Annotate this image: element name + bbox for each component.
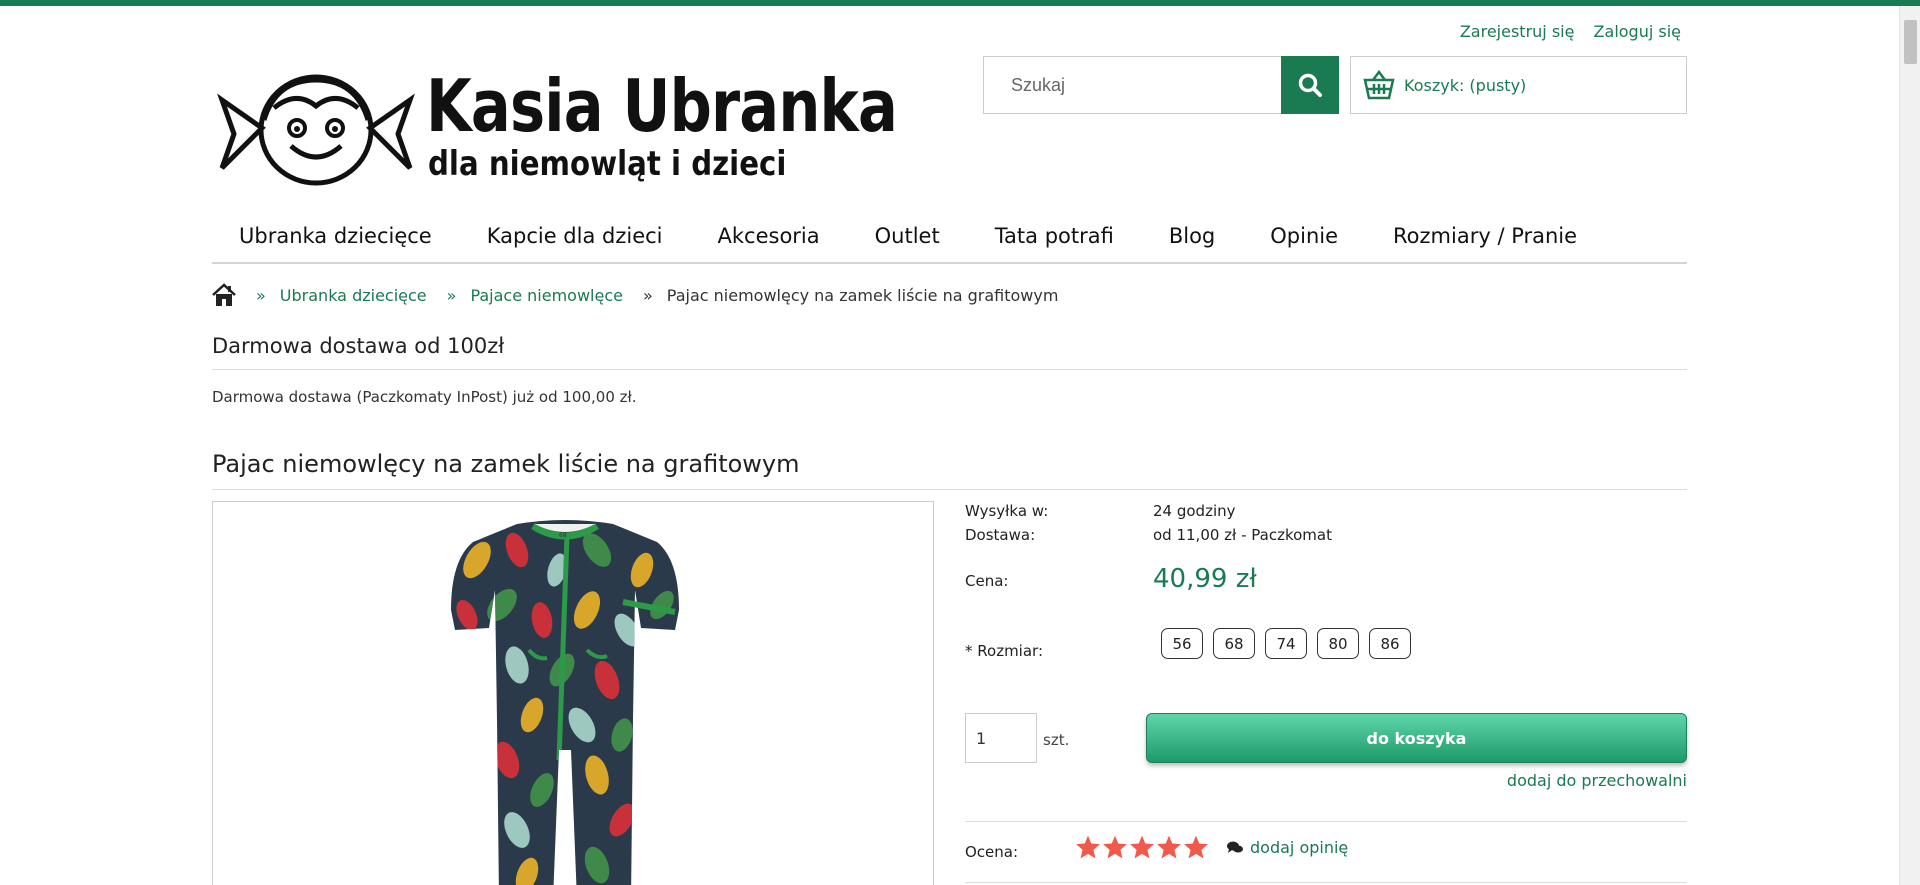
login-link[interactable]: Zaloguj się — [1594, 22, 1681, 41]
search-button[interactable] — [1281, 56, 1339, 114]
product-gallery[interactable]: 68 — [212, 501, 934, 885]
star-icon[interactable] — [1156, 834, 1182, 860]
size-option[interactable]: 68 — [1213, 628, 1255, 659]
rating-stars[interactable] — [1075, 834, 1210, 860]
logo-subtitle: dla niemowląt i dzieci — [428, 144, 787, 184]
size-option[interactable]: 56 — [1161, 628, 1203, 659]
girl-face-logo-icon — [217, 74, 415, 186]
breadcrumb-current: Pajac niemowlęcy na zamek liście na graf… — [666, 285, 1059, 305]
nav-item-rozmiary[interactable]: Rozmiary / Pranie — [1393, 208, 1577, 262]
home-icon[interactable] — [212, 283, 236, 307]
search-bar — [983, 56, 1339, 114]
cart-button[interactable]: Koszyk: (pusty) — [1350, 56, 1687, 114]
size-label: * Rozmiar: — [965, 642, 1043, 660]
delivery-value: od 11,00 zł - Paczkomat — [1153, 526, 1332, 544]
cart-label: Koszyk: (pusty) — [1404, 75, 1527, 95]
search-icon — [1298, 73, 1322, 97]
search-input[interactable] — [983, 56, 1281, 114]
delivery-label: Dostawa: — [965, 526, 1036, 544]
breadcrumb-separator: » — [256, 285, 266, 305]
register-link[interactable]: Zarejestruj się — [1460, 22, 1575, 41]
product-title: Pajac niemowlęcy na zamek liście na graf… — [212, 450, 1687, 490]
add-review-label: dodaj opinię — [1250, 838, 1349, 857]
size-option[interactable]: 86 — [1369, 628, 1411, 659]
breadcrumb: » Ubranka dziecięce » Pajace niemowlęce … — [212, 280, 1058, 310]
price-label: Cena: — [965, 572, 1009, 590]
size-option[interactable]: 80 — [1317, 628, 1359, 659]
basket-icon — [1363, 70, 1395, 100]
add-review-link[interactable]: dodaj opinię — [1227, 838, 1348, 857]
star-icon[interactable] — [1075, 834, 1101, 860]
price-value: 40,99 zł — [1153, 564, 1257, 594]
divider — [965, 882, 1687, 883]
quantity-unit: szt. — [1043, 731, 1070, 749]
main-nav: Ubranka dziecięce Kapcie dla dzieci Akce… — [212, 208, 1687, 264]
size-selector: 56 68 74 80 86 — [1161, 628, 1421, 659]
product-size-tag: 68 — [559, 532, 567, 539]
logo[interactable]: Kasia Ubranka dla niemowląt i dzieci — [216, 60, 916, 190]
product-image[interactable]: 68 — [447, 520, 683, 885]
nav-item-outlet[interactable]: Outlet — [875, 208, 940, 262]
scrollbar-thumb[interactable] — [1904, 20, 1917, 64]
promo-text: Darmowa dostawa (Paczkomaty InPost) już … — [212, 388, 637, 406]
breadcrumb-link-pajace[interactable]: Pajace niemowlęce — [470, 286, 623, 305]
divider — [965, 821, 1687, 822]
star-icon[interactable] — [1183, 834, 1209, 860]
nav-item-tata-potrafi[interactable]: Tata potrafi — [995, 208, 1114, 262]
nav-item-ubranka[interactable]: Ubranka dziecięce — [239, 208, 432, 262]
page-container: Zarejestruj się Zaloguj się Kasia Ubrank… — [212, 6, 1687, 885]
comments-icon — [1227, 841, 1243, 853]
add-to-cart-button[interactable]: do koszyka — [1146, 713, 1687, 763]
star-icon[interactable] — [1102, 834, 1128, 860]
shipping-label: Wysyłka w: — [965, 502, 1049, 520]
breadcrumb-separator: » — [446, 285, 457, 305]
nav-item-opinie[interactable]: Opinie — [1270, 208, 1338, 262]
star-icon[interactable] — [1129, 834, 1155, 860]
breadcrumb-link-ubranka[interactable]: Ubranka dziecięce — [280, 286, 427, 305]
quantity-input[interactable] — [965, 713, 1037, 763]
breadcrumb-separator: » — [642, 285, 653, 305]
nav-item-blog[interactable]: Blog — [1169, 208, 1215, 262]
nav-item-kapcie[interactable]: Kapcie dla dzieci — [487, 208, 663, 262]
rating-label: Ocena: — [965, 843, 1019, 861]
nav-item-akcesoria[interactable]: Akcesoria — [718, 208, 820, 262]
account-links: Zarejestruj się Zaloguj się — [1446, 22, 1681, 41]
size-option[interactable]: 74 — [1265, 628, 1307, 659]
page-scrollbar[interactable] — [1899, 6, 1920, 885]
logo-title: Kasia Ubranka — [426, 64, 898, 148]
shipping-value: 24 godziny — [1153, 502, 1236, 520]
promo-title: Darmowa dostawa od 100zł — [212, 334, 1687, 370]
add-to-storage-link[interactable]: dodaj do przechowalni — [1507, 771, 1687, 790]
